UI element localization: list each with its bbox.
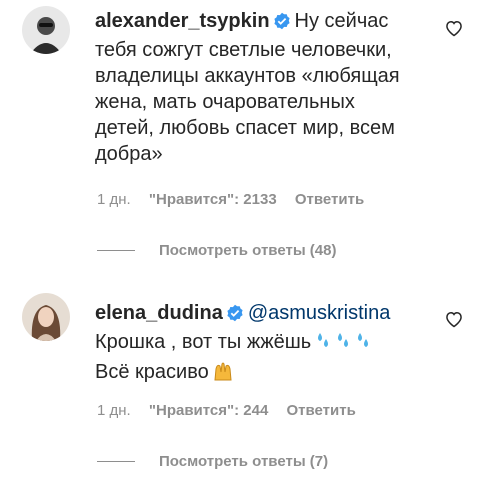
likes-count[interactable]: "Нравится": 2133 xyxy=(149,191,277,208)
verified-badge-icon xyxy=(226,303,244,329)
comment-text: elena_dudina @asmuskristina Крошка , вот … xyxy=(95,300,455,389)
view-replies-label: Посмотреть ответы (48) xyxy=(159,242,337,259)
heart-outline-icon[interactable] xyxy=(444,309,464,329)
comment-line: жена, мать очаровательных xyxy=(95,91,355,113)
comment-line: добра» xyxy=(95,143,163,165)
username[interactable]: alexander_tsypkin xyxy=(95,10,270,32)
view-replies-button[interactable]: Посмотреть ответы (48) xyxy=(97,242,336,259)
comment-line: тебя сожгут светлые человечки, xyxy=(95,39,392,61)
divider-line xyxy=(97,461,135,462)
comment-meta: 1 дн. "Нравится": 244 Ответить xyxy=(97,402,370,419)
divider-line xyxy=(97,250,135,251)
username[interactable]: elena_dudina xyxy=(95,302,223,324)
comment-line: Крошка , вот ты жжёшь xyxy=(95,331,312,353)
heart-outline-icon[interactable] xyxy=(444,18,464,38)
comment-time[interactable]: 1 дн. xyxy=(97,191,131,208)
avatar[interactable] xyxy=(22,6,70,54)
view-replies-button[interactable]: Посмотреть ответы (7) xyxy=(97,453,328,470)
avatar[interactable] xyxy=(22,293,70,341)
comment-line: Всё красиво xyxy=(95,361,209,383)
reply-button[interactable]: Ответить xyxy=(295,191,364,208)
raising-hands-emoji-icon xyxy=(212,360,234,389)
reply-button[interactable]: Ответить xyxy=(287,402,356,419)
mention-link[interactable]: @asmuskristina xyxy=(248,302,391,324)
likes-count[interactable]: "Нравится": 244 xyxy=(149,402,268,419)
verified-badge-icon xyxy=(273,11,291,37)
comment-time[interactable]: 1 дн. xyxy=(97,402,131,419)
comment-line: владелицы аккаунтов «любящая xyxy=(95,65,400,87)
sweat-droplets-emoji-icon xyxy=(314,330,374,359)
comment-meta: 1 дн. "Нравится": 2133 Ответить xyxy=(97,191,378,208)
comment-text: alexander_tsypkin Ну сейчас тебя сожгут с… xyxy=(95,8,435,167)
comment-line: Ну сейчас xyxy=(294,10,389,32)
comment-line: детей, любовь спасет мир, всем xyxy=(95,117,395,139)
view-replies-label: Посмотреть ответы (7) xyxy=(159,453,329,470)
